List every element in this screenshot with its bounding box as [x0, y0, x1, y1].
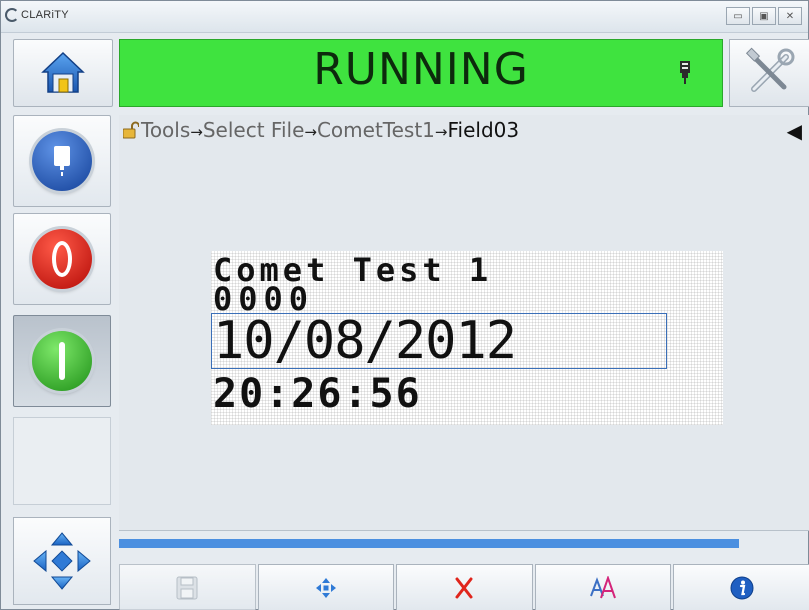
breadcrumb-cometest1[interactable]: CometTest1	[317, 118, 435, 142]
font-button[interactable]	[534, 564, 672, 610]
delete-button[interactable]	[396, 564, 533, 610]
navigate-button[interactable]	[13, 517, 111, 605]
breadcrumb-separator: →	[304, 123, 317, 141]
minimize-button[interactable]: ▭	[726, 7, 750, 25]
ink-cartridge-icon	[32, 131, 92, 191]
four-way-arrows-icon	[33, 532, 91, 590]
home-button[interactable]	[13, 39, 113, 107]
stop-button[interactable]	[13, 213, 111, 305]
label-preview-canvas[interactable]: Comet Test 1 0000 10/08/2012 20:26:56	[211, 251, 723, 425]
back-button[interactable]: ◀	[787, 119, 802, 144]
red-x-icon	[455, 577, 473, 598]
font-size-icon	[590, 575, 617, 598]
printhead-icon	[680, 61, 690, 84]
bottom-action-bar	[119, 564, 809, 610]
floppy-disk-icon	[176, 576, 198, 599]
back-arrow-icon: ◀	[786, 121, 802, 143]
empty-button-slot	[13, 417, 111, 505]
breadcrumb-separator: →	[434, 123, 448, 141]
ink-button[interactable]	[13, 115, 111, 207]
label-editor-area: Tools→Select File→CometTest1→Field03 ◀ C…	[119, 115, 809, 531]
status-text: RUNNING	[313, 44, 529, 95]
info-button[interactable]	[673, 564, 809, 610]
maximize-button[interactable]: ▣	[752, 7, 776, 25]
breadcrumb-field03: Field03	[447, 118, 520, 142]
title-bar: CLARiTY ▭ ▣ ✕	[1, 1, 808, 33]
progress-fill	[119, 539, 740, 548]
move-field-button[interactable]	[257, 564, 395, 610]
window-controls: ▭ ▣ ✕	[726, 7, 802, 25]
breadcrumb: Tools→Select File→CometTest1→Field03	[123, 118, 519, 142]
close-button[interactable]: ✕	[778, 7, 802, 25]
tools-button[interactable]	[729, 39, 809, 107]
divider	[119, 530, 809, 531]
breadcrumb-separator: →	[190, 123, 203, 141]
clarity-logo-icon	[5, 8, 19, 22]
label-line-date-selected[interactable]: 10/08/2012	[211, 313, 667, 369]
printer-status-bar[interactable]: RUNNING	[119, 39, 723, 107]
unlocked-padlock-icon	[123, 121, 139, 139]
label-line-time[interactable]: 20:26:56	[213, 371, 422, 417]
info-icon	[730, 576, 754, 599]
stop-icon	[32, 229, 92, 289]
home-icon	[41, 51, 85, 93]
save-button[interactable]	[119, 564, 256, 610]
start-icon	[32, 331, 92, 391]
progress-bar	[119, 539, 741, 548]
app-title: CLARiTY	[21, 9, 69, 21]
start-button[interactable]	[13, 315, 111, 407]
app-window: CLARiTY ▭ ▣ ✕ RUNNING Tools→Select File→…	[0, 0, 809, 610]
breadcrumb-tools[interactable]: Tools	[141, 118, 190, 142]
tools-icon	[745, 47, 794, 92]
breadcrumb-select-file[interactable]: Select File	[203, 118, 305, 142]
four-way-arrows-icon	[315, 577, 336, 598]
